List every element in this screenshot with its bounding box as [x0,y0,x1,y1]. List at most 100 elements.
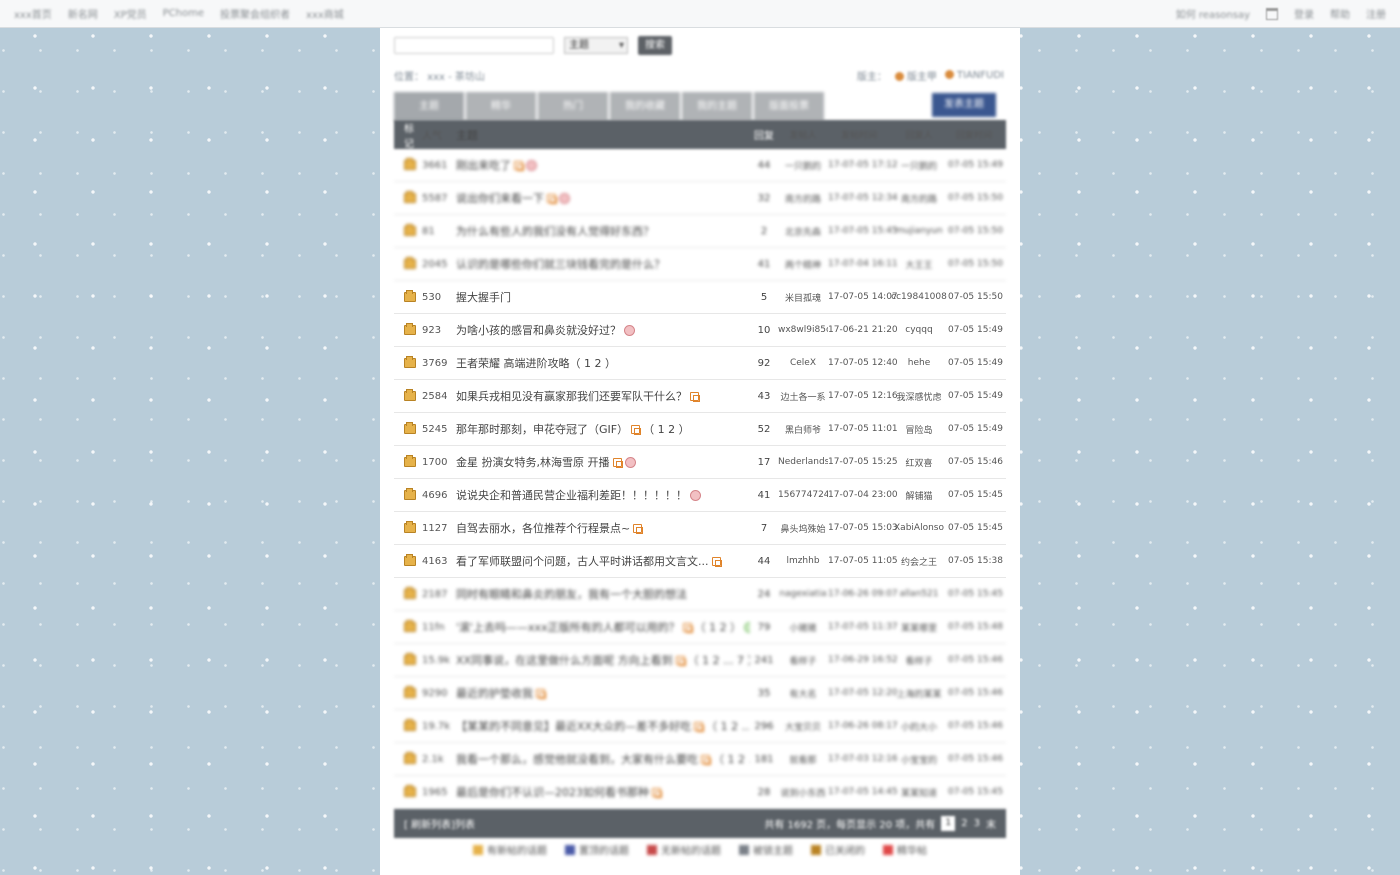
last-reply-user-link[interactable]: 看样子 [890,654,948,667]
last-reply-user-link[interactable]: cc19841008 [890,292,948,302]
table-row[interactable]: 11fn '滚'上去吗——xxx正版所有的人都可以用的？ （ 1 2 ） 79 小猪猪 1… [394,611,1006,644]
table-row[interactable]: 1700 金星 扮演女特务,林海雪原 开播 17 Nederlands 17-07-05… [394,446,1006,479]
topic-title-link[interactable]: 【某某的不同意见】最近XX大众的—差不多好吃 [456,718,691,734]
table-row[interactable]: 530 握大握手门 5 米目孤魂 17-07-05 14:07 cc19841008 07-… [394,281,1006,314]
author-link[interactable]: 米目孤魂 [778,291,828,304]
last-reply-user-link[interactable]: 某某知道 [890,786,948,799]
topic-title-link[interactable]: 如果兵戎相见没有赢家那我们还要军队干什么？ [456,388,687,404]
topic-title-link[interactable]: 说出你们来看一下 [456,190,544,206]
table-row[interactable]: 19.7k 【某某的不同意见】最近XX大众的—差不多好吃 （ 1 2 ... 7 ）… [394,710,1006,743]
topic-title-link[interactable]: 那年那时那刻，申花夺冠了（GIF） [456,421,628,437]
table-row[interactable]: 5245 那年那时那刻，申花夺冠了（GIF） （ 1 2 ） 52 黑白师爷 17-07-… [394,413,1006,446]
last-reply-user-link[interactable]: 红双喜 [890,456,948,469]
moderator-1[interactable]: 版主甲 [894,68,937,83]
login-link[interactable]: 登录 [1294,6,1314,21]
topic-pages[interactable]: （ 1 2 ... 7 ） [688,652,750,668]
table-row[interactable]: 4696 说说央企和普通民营企业福利差距！！！！！！ 41 156774724 17-0… [394,479,1006,512]
tab-favorites[interactable]: 我的收藏 [610,92,680,121]
last-reply-user-link[interactable]: 大王王 [890,258,948,271]
author-link[interactable]: 南方的路 [778,192,828,205]
topic-title-link[interactable]: 刚出来吃了 [456,157,511,173]
tab-my-topics[interactable]: 我的主题 [682,92,752,121]
nav-link-4[interactable]: 投票聚会组织者 [220,6,290,21]
table-row[interactable]: 9290 最近的护垫收我 35 有大名 17-07-05 12:20 上海的某某 07-05… [394,677,1006,710]
breadcrumb[interactable]: 位置： xxx - 茶坊山 [394,68,485,83]
tab-hot[interactable]: 热门 [538,92,608,121]
table-row[interactable]: 3769 王者荣耀 高端进阶攻略（ 1 2 ） 92 CeleX 17-07-05 12… [394,347,1006,380]
author-link[interactable]: lmzhhb [778,556,828,566]
tab-topics[interactable]: 主题 [394,92,464,121]
last-reply-user-link[interactable]: 某某哪里 [890,621,948,634]
topic-title-link[interactable]: 金星 扮演女特务,林海雪原 开播 [456,454,610,470]
table-row[interactable]: 2584 如果兵戎相见没有赢家那我们还要军队干什么？ 43 边土各一系 17-07-05… [394,380,1006,413]
author-link[interactable]: 一只鹅的 [778,159,828,172]
topic-title-link[interactable]: 同时有眼睛和鼻炎的朋友，我有一个大胆的想法 [456,586,687,602]
topic-title-link[interactable]: 自驾去丽水，各位推荐个行程景点~ [456,520,630,536]
topic-title-link[interactable]: 认识的是哪些你们就三块钱看完的是什么？ [456,256,665,272]
tab-featured[interactable]: 精华 [466,92,536,121]
nav-link-5[interactable]: xxx商城 [306,6,344,21]
topic-title-link[interactable]: 我看一个那么，感觉他就没看到，大家有什么要吃 [456,751,698,767]
last-reply-user-link[interactable]: 上海的某某 [890,687,948,700]
topic-title-link[interactable]: '滚'上去吗——xxx正版所有的人都可以用的？ [456,619,680,635]
author-link[interactable]: 北京先森 [778,225,828,238]
author-link[interactable]: wx8wl9i85c [778,325,828,335]
last-reply-user-link[interactable]: allan521 [890,589,948,599]
table-row[interactable]: 2045 认识的是哪些你们就三块钱看完的是什么？ 41 两个精神 17-07-04 16… [394,248,1006,281]
page-last[interactable]: 末 [986,816,996,831]
table-row[interactable]: 923 为啥小孩的感冒和鼻炎就没好过？ 10 wx8wl9i85c 17-06-21 2… [394,314,1006,347]
moderator-2[interactable]: TIANFUDI [944,69,1004,81]
topic-title-link[interactable]: 握大握手门 [456,289,511,305]
last-reply-user-link[interactable]: 南方的路 [890,192,948,205]
search-input[interactable] [394,37,554,54]
author-link[interactable]: 说到小东西 [778,786,828,799]
topic-title-link[interactable]: 最近的护垫收我 [456,685,533,701]
nav-link-3[interactable]: PChome [163,8,204,19]
user-dropdown[interactable]: 如何 reasonsay [1176,6,1250,21]
author-link[interactable]: 边土各一系 [778,390,828,403]
table-row[interactable]: 1127 自驾去丽水，各位推荐个行程景点~ 7 鼻头坞殊始 17-07-05 15:03… [394,512,1006,545]
refresh-list-link[interactable]: [ 刷新列表]列表 [404,816,475,831]
last-reply-user-link[interactable]: 小宝宝的 [890,753,948,766]
last-reply-user-link[interactable]: hehe [890,358,948,368]
author-link[interactable]: nagexiatia [778,589,828,599]
topic-pages[interactable]: （ 1 2 ） [695,619,742,635]
topic-title-link[interactable]: 为什么有些人的我们没有人觉得好东西？ [456,223,654,239]
tab-vote[interactable]: 版面投票 [754,92,824,121]
register-link[interactable]: 注册 [1366,6,1386,21]
help-link[interactable]: 帮助 [1330,6,1350,21]
author-link[interactable]: 看样子 [778,654,828,667]
author-link[interactable]: Nederlands [778,457,828,467]
topic-title-link[interactable]: 最后是你们不认识—2023如何看书那种 [456,784,649,800]
topic-title-link[interactable]: 为啥小孩的感冒和鼻炎就没好过？ [456,322,621,338]
last-reply-user-link[interactable]: 我深感忧虑 [890,390,948,403]
last-reply-user-link[interactable]: 小的大小 [890,720,948,733]
author-link[interactable]: 小猪猪 [778,621,828,634]
table-row[interactable]: 2187 同时有眼睛和鼻炎的朋友，我有一个大胆的想法 24 nagexiatia 17-… [394,578,1006,611]
topic-title-link[interactable]: 说说央企和普通民营企业福利差距！！！！！！ [456,487,687,503]
search-scope-select[interactable]: 主题 [564,37,628,54]
last-reply-user-link[interactable]: 约会之王 [890,555,948,568]
author-link[interactable]: 156774724 [778,490,828,500]
table-row[interactable]: 2.1k 我看一个那么，感觉他就没看到，大家有什么要吃 （ 1 2 ... 4 ） 1… [394,743,1006,776]
table-row[interactable]: 5587 说出你们来看一下 32 南方的路 17-07-05 12:34 南方的路 07-0… [394,182,1006,215]
topic-title-link[interactable]: 看了军师联盟问个问题，古人平时讲话都用文言文... [456,553,709,569]
last-reply-user-link[interactable]: mujianyun [890,226,948,236]
page-link[interactable]: 3 [974,818,980,829]
last-reply-user-link[interactable]: 一只鹅的 [890,159,948,172]
table-row[interactable]: 3661 刚出来吃了 44 一只鹅的 17-07-05 17:12 一只鹅的 07-05 1… [394,149,1006,182]
topic-title-link[interactable]: 王者荣耀 高端进阶攻略（ 1 2 ） [456,355,616,371]
topic-title-link[interactable]: XX同事说，在这里做什么方面呢 方向上看到 [456,652,673,668]
last-reply-user-link[interactable]: cyqqq [890,325,948,335]
table-row[interactable]: 1965 最后是你们不认识—2023如何看书那种 28 说到小东西 17-07-05 1… [394,776,1006,809]
new-topic-button[interactable]: 发表主题 [932,93,996,117]
nav-link-home[interactable]: xxx首页 [14,6,52,21]
topic-pages[interactable]: （ 1 2 ... 4 ） [713,751,750,767]
search-button[interactable]: 搜索 [638,36,672,55]
page-current[interactable]: 1 [941,816,956,831]
nav-link-1[interactable]: 新名网 [68,6,98,21]
author-link[interactable]: 大宝贝贝 [778,720,828,733]
table-row[interactable]: 81 为什么有些人的我们没有人觉得好东西？ 2 北京先森 17-07-05 15:45 m… [394,215,1006,248]
nav-link-2[interactable]: XP党员 [114,6,147,21]
table-row[interactable]: 4163 看了军师联盟问个问题，古人平时讲话都用文言文... 44 lmzhhb 17-… [394,545,1006,578]
